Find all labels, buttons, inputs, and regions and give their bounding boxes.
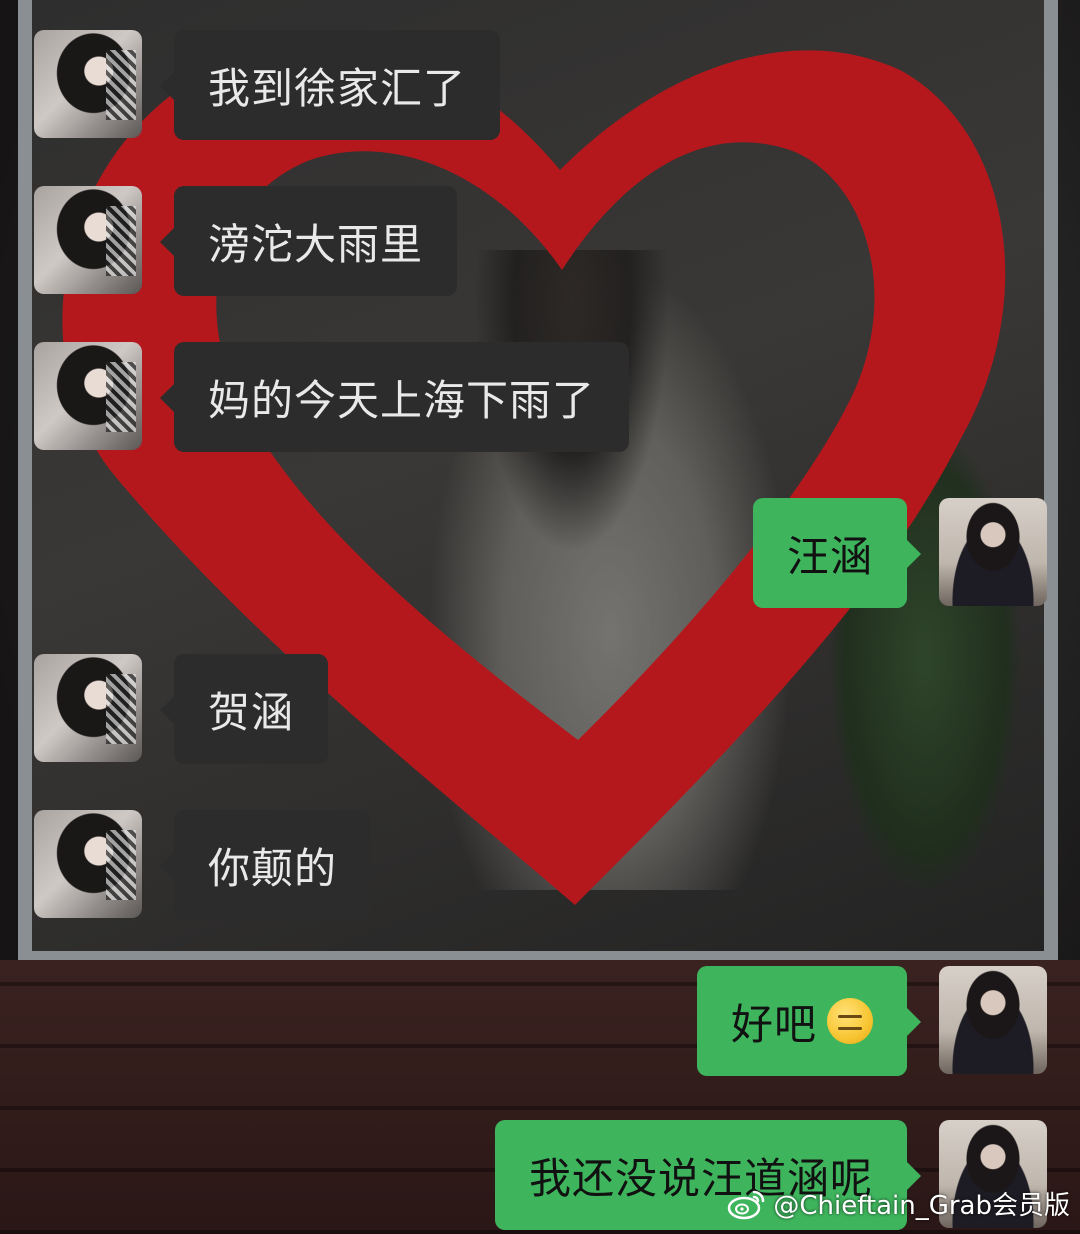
message-row: 你颠的 bbox=[34, 810, 372, 920]
message-text: 好吧 bbox=[730, 999, 817, 1049]
message-row: 汪涵 bbox=[752, 498, 1047, 608]
message-text: 妈的今天上海下雨了 bbox=[208, 375, 596, 425]
message-text: 你颠的 bbox=[208, 843, 338, 893]
female-avatar[interactable] bbox=[34, 342, 142, 450]
female-avatar[interactable] bbox=[34, 654, 142, 762]
incoming-message-bubble[interactable]: 滂沱大雨里 bbox=[159, 186, 458, 296]
weibo-icon bbox=[728, 1190, 765, 1219]
watermark: @Chieftain_Grab会员版 bbox=[727, 1185, 1070, 1222]
self-avatar[interactable] bbox=[939, 966, 1047, 1074]
message-row: 好吧 bbox=[696, 966, 1047, 1076]
expressionless-face-emoji-icon bbox=[827, 998, 873, 1044]
female-avatar[interactable] bbox=[34, 186, 142, 294]
message-row: 滂沱大雨里 bbox=[34, 186, 458, 296]
message-text: 贺涵 bbox=[208, 687, 295, 737]
message-text: 我到徐家汇了 bbox=[208, 63, 467, 113]
incoming-message-bubble[interactable]: 你颠的 bbox=[159, 810, 372, 920]
message-row: 贺涵 bbox=[34, 654, 329, 764]
self-avatar[interactable] bbox=[939, 498, 1047, 606]
message-text: 滂沱大雨里 bbox=[208, 219, 424, 269]
watermark-text: @Chieftain_Grab会员版 bbox=[773, 1191, 1070, 1221]
outgoing-message-bubble[interactable]: 好吧 bbox=[696, 966, 922, 1076]
incoming-message-bubble[interactable]: 贺涵 bbox=[159, 654, 329, 764]
message-text: 汪涵 bbox=[786, 531, 873, 581]
message-row: 我到徐家汇了 bbox=[34, 30, 501, 140]
outgoing-message-bubble[interactable]: 汪涵 bbox=[752, 498, 922, 608]
incoming-message-bubble[interactable]: 我到徐家汇了 bbox=[159, 30, 501, 140]
female-avatar[interactable] bbox=[34, 810, 142, 918]
message-row: 妈的今天上海下雨了 bbox=[34, 342, 630, 452]
incoming-message-bubble[interactable]: 妈的今天上海下雨了 bbox=[159, 342, 630, 452]
female-avatar[interactable] bbox=[34, 30, 142, 138]
